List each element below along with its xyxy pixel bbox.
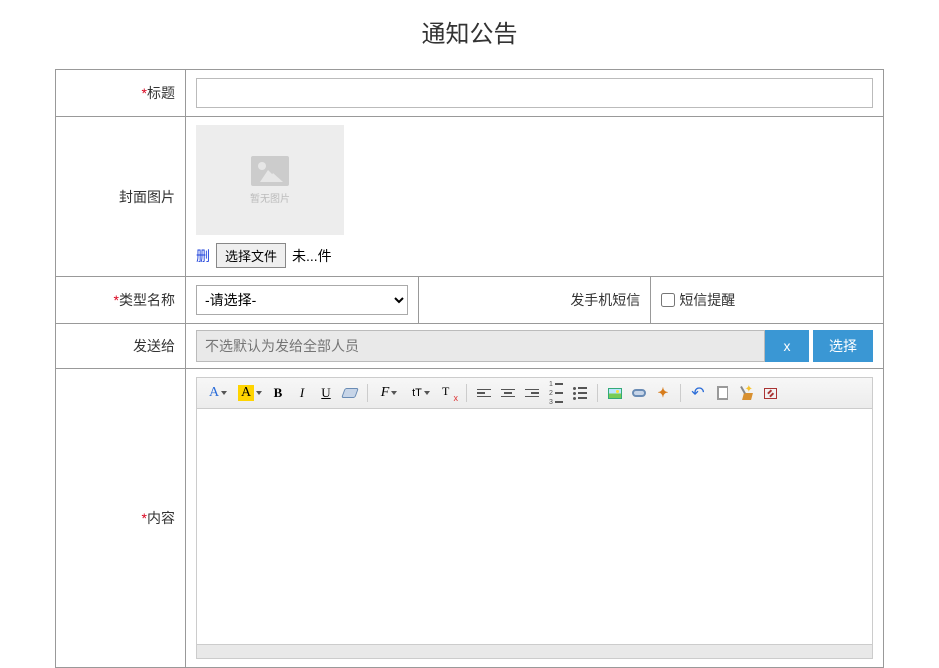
toolbar-separator [367, 384, 368, 402]
italic-button[interactable]: I [291, 382, 313, 404]
undo-button[interactable]: ↶ [687, 382, 709, 404]
sendto-clear-button[interactable]: x [765, 330, 809, 362]
fontfamily-button[interactable]: F [374, 382, 404, 404]
editor-toolbar: A A B I U F tT 123 [197, 378, 872, 409]
image-placeholder-icon [251, 156, 289, 186]
removeformat-icon [442, 386, 456, 400]
fullscreen-icon [764, 388, 777, 399]
cover-preview: 暂无图片 [196, 125, 344, 235]
flash-icon: ✦ [658, 385, 669, 401]
broom-icon: ✦ [739, 386, 753, 400]
align-right-button[interactable] [521, 382, 543, 404]
paste-button[interactable] [711, 382, 733, 404]
cover-placeholder-text: 暂无图片 [250, 190, 290, 205]
type-name-select[interactable]: -请选择- [196, 285, 408, 315]
fontsize-button[interactable]: tT [406, 382, 436, 404]
align-left-icon [477, 389, 491, 398]
label-sms: 发手机短信 [418, 277, 651, 324]
label-title: *标题 [56, 70, 186, 117]
insert-flash-button[interactable]: ✦ [652, 382, 674, 404]
align-center-icon [501, 389, 515, 398]
ordered-list-button[interactable]: 123 [545, 382, 567, 404]
underline-button[interactable]: U [315, 382, 337, 404]
label-sendto: 发送给 [56, 324, 186, 369]
label-content: *内容 [56, 369, 186, 668]
align-center-button[interactable] [497, 382, 519, 404]
page-title: 通知公告 [55, 6, 884, 69]
insert-link-button[interactable] [628, 382, 650, 404]
sendto-choose-button[interactable]: 选择 [813, 330, 873, 362]
title-input[interactable] [196, 78, 873, 108]
chevron-down-icon [221, 391, 227, 395]
clear-button[interactable]: ✦ [735, 382, 757, 404]
editor-footer [197, 644, 872, 658]
toolbar-separator [597, 384, 598, 402]
sms-reminder-checkbox[interactable] [661, 293, 675, 307]
toolbar-separator [466, 384, 467, 402]
chevron-down-icon [391, 391, 397, 395]
unordered-list-button[interactable] [569, 382, 591, 404]
unordered-list-icon [573, 387, 587, 400]
image-icon [608, 388, 622, 399]
ordered-list-icon: 123 [549, 381, 563, 406]
hilitecolor-button[interactable]: A [235, 382, 265, 404]
label-cover: 封面图片 [56, 117, 186, 277]
toolbar-separator [680, 384, 681, 402]
align-left-button[interactable] [473, 382, 495, 404]
forecolor-button[interactable]: A [203, 382, 233, 404]
rich-text-editor: A A B I U F tT 123 [196, 377, 873, 659]
form-table: *标题 封面图片 暂无图片 删 选择文件 未...件 [55, 69, 884, 668]
sendto-input[interactable] [196, 330, 765, 362]
choose-file-button[interactable]: 选择文件 [216, 243, 286, 268]
eraser-icon [341, 388, 359, 398]
insert-image-button[interactable] [604, 382, 626, 404]
sms-reminder-label[interactable]: 短信提醒 [661, 290, 735, 310]
chevron-down-icon [256, 391, 262, 395]
align-right-icon [525, 389, 539, 398]
paste-icon [717, 386, 728, 400]
fullscreen-button[interactable] [759, 382, 781, 404]
label-typename: *类型名称 [56, 277, 186, 324]
cover-delete-link[interactable]: 删 [196, 246, 210, 266]
chevron-down-icon [424, 391, 430, 395]
eraser-button[interactable] [339, 382, 361, 404]
editor-body[interactable] [197, 409, 872, 644]
undo-icon: ↶ [691, 383, 704, 403]
link-icon [632, 389, 646, 397]
file-status-text: 未...件 [292, 246, 332, 266]
removeformat-button[interactable] [438, 382, 460, 404]
bold-button[interactable]: B [267, 382, 289, 404]
